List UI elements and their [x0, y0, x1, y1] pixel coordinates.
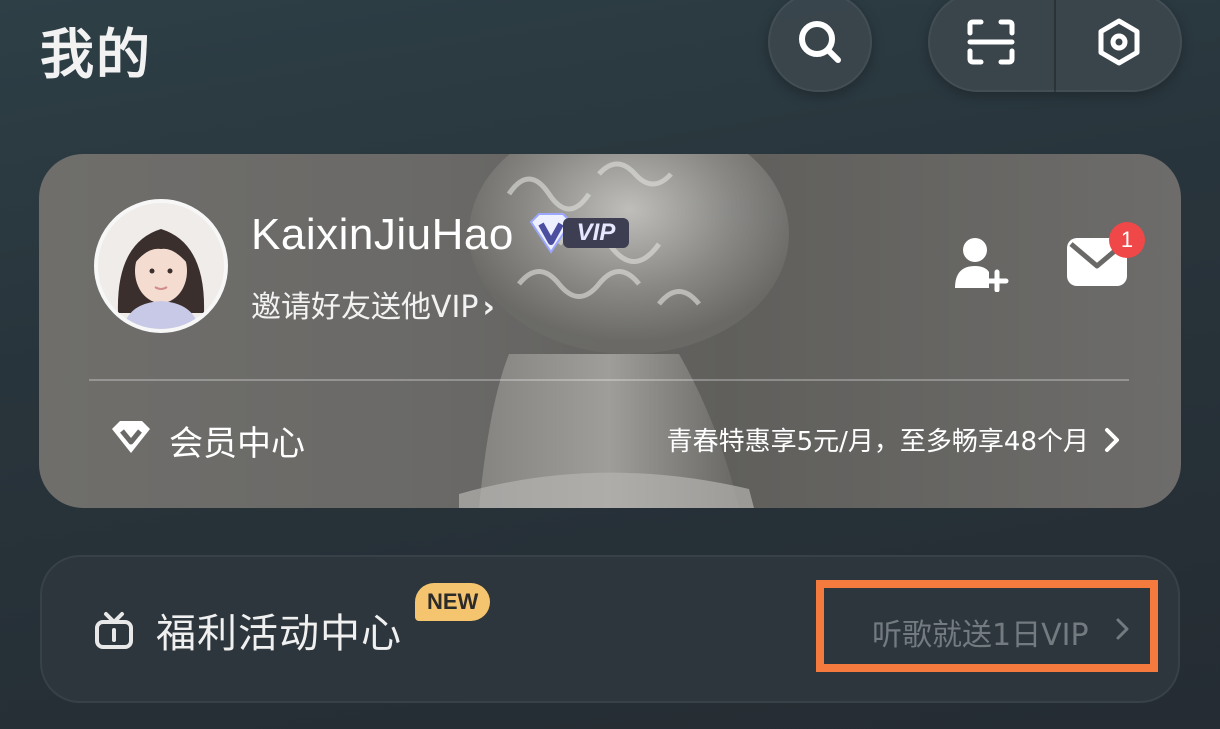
welfare-title: 福利活动中心 [156, 611, 402, 657]
invite-friend-link[interactable]: 邀请好友送他VIP › [251, 282, 495, 326]
promo-text: 青春特惠享5元/月，至多畅享48个月 [666, 427, 1089, 457]
member-center-diamond-icon [109, 418, 153, 461]
unread-badge: 1 [1109, 222, 1145, 258]
welfare-center-card[interactable]: 福利活动中心 NEW 听歌就送1日VIP [40, 555, 1180, 703]
search-button[interactable] [768, 0, 872, 92]
chevron-right-icon [1105, 428, 1119, 452]
listen-for-vip-link[interactable]: 听歌就送1日VIP [872, 610, 1089, 654]
invite-chevron: › [482, 290, 495, 325]
page-title: 我的 [40, 23, 152, 86]
header-action-group [928, 0, 1182, 92]
add-friend-button[interactable] [951, 234, 1009, 297]
scan-icon [967, 19, 1015, 65]
chevron-right-icon [1116, 618, 1129, 640]
user-profile-card[interactable]: KaixinJiuHao VIP 邀请好友送他VIP › 1 会员中心 青春特惠… [39, 154, 1181, 508]
card-divider [89, 379, 1129, 381]
add-friend-icon [955, 238, 1009, 293]
member-center-link[interactable]: 会员中心 [169, 416, 305, 465]
avatar[interactable] [94, 199, 228, 333]
settings-icon [1098, 18, 1140, 66]
gift-icon [95, 612, 133, 649]
invite-text: 邀请好友送他VIP [251, 290, 479, 325]
vip-label: VIP [576, 219, 616, 246]
settings-button[interactable] [1056, 0, 1182, 92]
new-badge: NEW [415, 583, 491, 621]
membership-promo[interactable]: 青春特惠享5元/月，至多畅享48个月 [667, 421, 1123, 458]
scan-button[interactable] [928, 0, 1054, 92]
search-icon [799, 21, 841, 63]
vip-badge[interactable]: VIP [527, 212, 633, 254]
username[interactable]: KaixinJiuHao [251, 210, 514, 260]
avatar-photo [98, 203, 224, 329]
